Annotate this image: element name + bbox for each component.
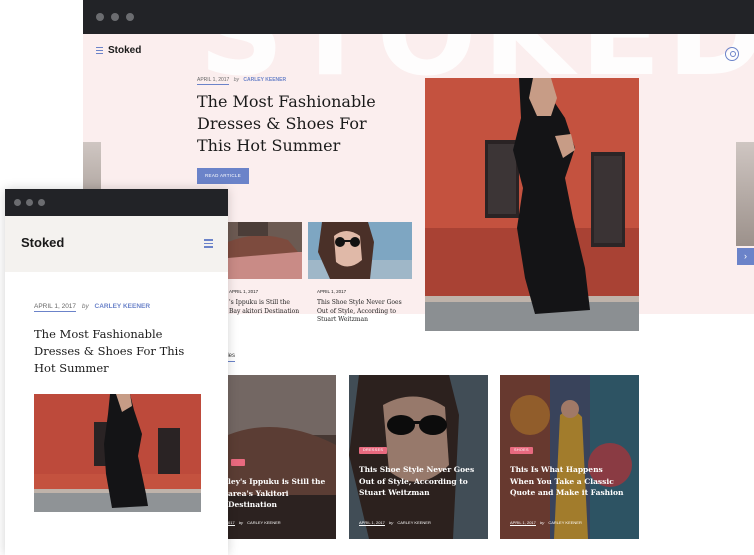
article-card-title[interactable]: This Is What Happens When You Take a Cla…	[510, 464, 628, 499]
mobile-featured-date: APRIL 1, 2017	[34, 303, 77, 312]
featured-author[interactable]: CARLEY KEENER	[243, 77, 286, 83]
article-card-date: APRIL 1, 2017	[359, 520, 385, 526]
mobile-featured-author[interactable]: CARLEY KEENER	[95, 303, 151, 310]
menu-icon[interactable]	[96, 47, 103, 56]
article-card[interactable]	[500, 375, 639, 539]
category-tag[interactable]	[231, 459, 245, 466]
article-card-meta: APRIL 1, 2017 by CARLEY KEENER	[510, 520, 582, 526]
mobile-window-chrome	[5, 189, 228, 216]
read-article-button[interactable]: READ ARTICLE	[197, 168, 249, 184]
article-card-meta: APRIL 1, 2017 by CARLEY KEENER	[359, 520, 431, 526]
window-dot-icon	[96, 13, 104, 21]
small-card-title[interactable]: This Shoe Style Never Goes Out of Style,…	[317, 299, 409, 325]
article-card-by: by	[540, 520, 545, 525]
small-card-meta: APRIL 1, 2017	[229, 288, 301, 297]
article-card-by: by	[238, 520, 244, 525]
category-tag[interactable]: DRESSES	[359, 447, 388, 454]
small-card-meta: APRIL 1, 2017	[317, 288, 407, 297]
mobile-site-logo[interactable]: Stoked	[21, 235, 64, 250]
article-card-author[interactable]: CARLEY KEENER	[548, 520, 582, 525]
desktop-window-chrome	[83, 0, 754, 34]
window-dot-icon	[111, 13, 119, 21]
article-card-title[interactable]: This Shoe Style Never Goes Out of Style,…	[359, 464, 484, 499]
article-card-author[interactable]: CARLEY KEENER	[397, 520, 431, 525]
article-card[interactable]	[349, 375, 488, 539]
window-dot-icon	[14, 199, 21, 206]
window-dot-icon	[26, 199, 33, 206]
mobile-window: Stoked APRIL 1, 2017 by CARLEY KEENER Th…	[5, 189, 228, 555]
site-logo[interactable]: Stoked	[108, 45, 141, 56]
featured-title[interactable]: The Most Fashionable Dresses & Shoes For…	[197, 91, 397, 157]
window-dot-icon	[38, 199, 45, 206]
small-card-image[interactable]	[308, 222, 412, 279]
menu-icon[interactable]	[204, 239, 213, 250]
small-card-image[interactable]	[228, 222, 302, 279]
mobile-featured-image[interactable]	[34, 394, 201, 512]
carousel-next-slide[interactable]	[736, 142, 754, 246]
small-card-title[interactable]: 's Ippuku is Still the Bay akitori Desti…	[229, 299, 301, 316]
article-card-author[interactable]: CARLEY KEENER	[247, 520, 281, 525]
category-tag[interactable]: SHOES	[510, 447, 533, 454]
search-icon[interactable]	[725, 47, 739, 61]
mobile-featured-meta: APRIL 1, 2017 by CARLEY KEENER	[34, 303, 151, 312]
featured-date: APRIL 1, 2017	[197, 77, 230, 85]
featured-meta: APRIL 1, 2017 by CARLEY KEENER	[197, 77, 286, 85]
small-card-date: APRIL 1, 2017	[317, 289, 347, 294]
mobile-featured-title[interactable]: The Most Fashionable Dresses & Shoes For…	[34, 326, 194, 377]
mobile-featured-by: by	[81, 303, 89, 310]
small-card-date: APRIL 1, 2017	[229, 289, 259, 294]
article-card-by: by	[389, 520, 394, 525]
chevron-right-icon[interactable]: ›	[737, 248, 754, 265]
featured-by: by	[233, 77, 240, 83]
article-card-date: 017	[228, 520, 235, 526]
article-card-date: APRIL 1, 2017	[510, 520, 536, 526]
window-dot-icon	[126, 13, 134, 21]
article-card-title[interactable]: ley's Ippuku is Still the area's Yakitor…	[228, 476, 332, 511]
featured-image[interactable]	[425, 78, 639, 331]
article-card-meta: 017 by CARLEY KEENER	[228, 520, 281, 526]
article-card[interactable]	[228, 375, 336, 539]
